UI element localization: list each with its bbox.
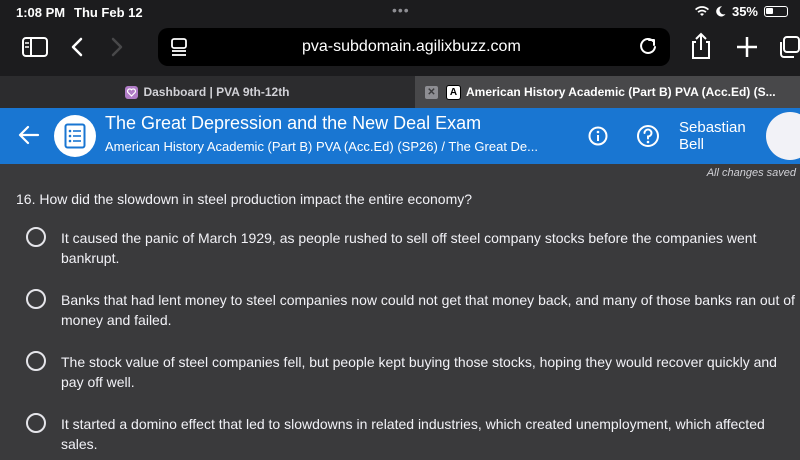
exam-title: The Great Depression and the New Deal Ex… — [105, 113, 482, 133]
back-chevron-icon[interactable] — [70, 37, 84, 57]
tab-overview-icon[interactable] — [778, 36, 800, 58]
radio-button[interactable] — [26, 227, 46, 247]
exam-icon — [54, 115, 96, 157]
breadcrumb[interactable]: American History Academic (Part B) PVA (… — [105, 139, 538, 154]
question-text: 16. How did the slowdown in steel produc… — [16, 191, 473, 207]
answer-text: Banks that had lent money to steel compa… — [61, 292, 795, 328]
user-first-name: Sebastian — [679, 119, 746, 136]
reload-icon[interactable] — [638, 36, 658, 56]
tab-bar: Dashboard | PVA 9th-12th ✕ A American Hi… — [0, 76, 800, 108]
radio-button[interactable] — [26, 351, 46, 371]
tab-american-history[interactable]: ✕ A American History Academic (Part B) P… — [415, 76, 800, 108]
status-indicators: 35% — [694, 4, 788, 19]
battery-percent: 35% — [731, 4, 758, 19]
status-time: 1:08 PM — [16, 5, 66, 20]
sidebar-icon[interactable] — [22, 37, 48, 57]
save-status: All changes saved — [706, 167, 796, 179]
browser-toolbar: pva-subdomain.agilixbuzz.com — [0, 24, 800, 76]
status-bar: 1:08 PM Thu Feb 12 ••• 35% — [0, 0, 800, 24]
share-icon[interactable] — [690, 32, 712, 60]
url-text: pva-subdomain.agilixbuzz.com — [302, 38, 521, 55]
forward-chevron-icon[interactable] — [110, 37, 124, 57]
help-icon[interactable] — [636, 124, 660, 153]
wifi-icon — [694, 6, 709, 16]
exam-header: The Great Depression and the New Deal Ex… — [0, 108, 800, 164]
tab-label: American History Academic (Part B) PVA (… — [466, 85, 776, 99]
radio-button[interactable] — [26, 413, 46, 433]
moon-icon — [716, 6, 726, 17]
heart-icon — [125, 85, 139, 99]
new-tab-plus-icon[interactable] — [736, 36, 758, 58]
avatar[interactable] — [766, 112, 800, 160]
tab-dashboard[interactable]: Dashboard | PVA 9th-12th — [0, 76, 415, 108]
tab-label: Dashboard | PVA 9th-12th — [143, 85, 290, 99]
back-arrow-icon[interactable] — [18, 124, 40, 151]
user-last-name: Bell — [679, 136, 705, 153]
reader-icon[interactable] — [170, 37, 188, 57]
user-name[interactable]: Sebastian Bell — [679, 119, 746, 153]
letter-a-icon: A — [446, 84, 461, 100]
answer-text: It caused the panic of March 1929, as pe… — [61, 230, 757, 266]
radio-button[interactable] — [26, 289, 46, 309]
address-bar[interactable]: pva-subdomain.agilixbuzz.com — [158, 28, 670, 66]
multitask-dots-icon[interactable]: ••• — [392, 2, 410, 18]
answer-text: The stock value of steel companies fell,… — [61, 354, 777, 390]
info-icon[interactable] — [588, 126, 608, 151]
battery-icon — [764, 6, 788, 17]
close-tab-icon[interactable]: ✕ — [425, 85, 438, 99]
answer-text: It started a domino effect that led to s… — [61, 416, 765, 452]
status-date: Thu Feb 12 — [74, 5, 143, 20]
